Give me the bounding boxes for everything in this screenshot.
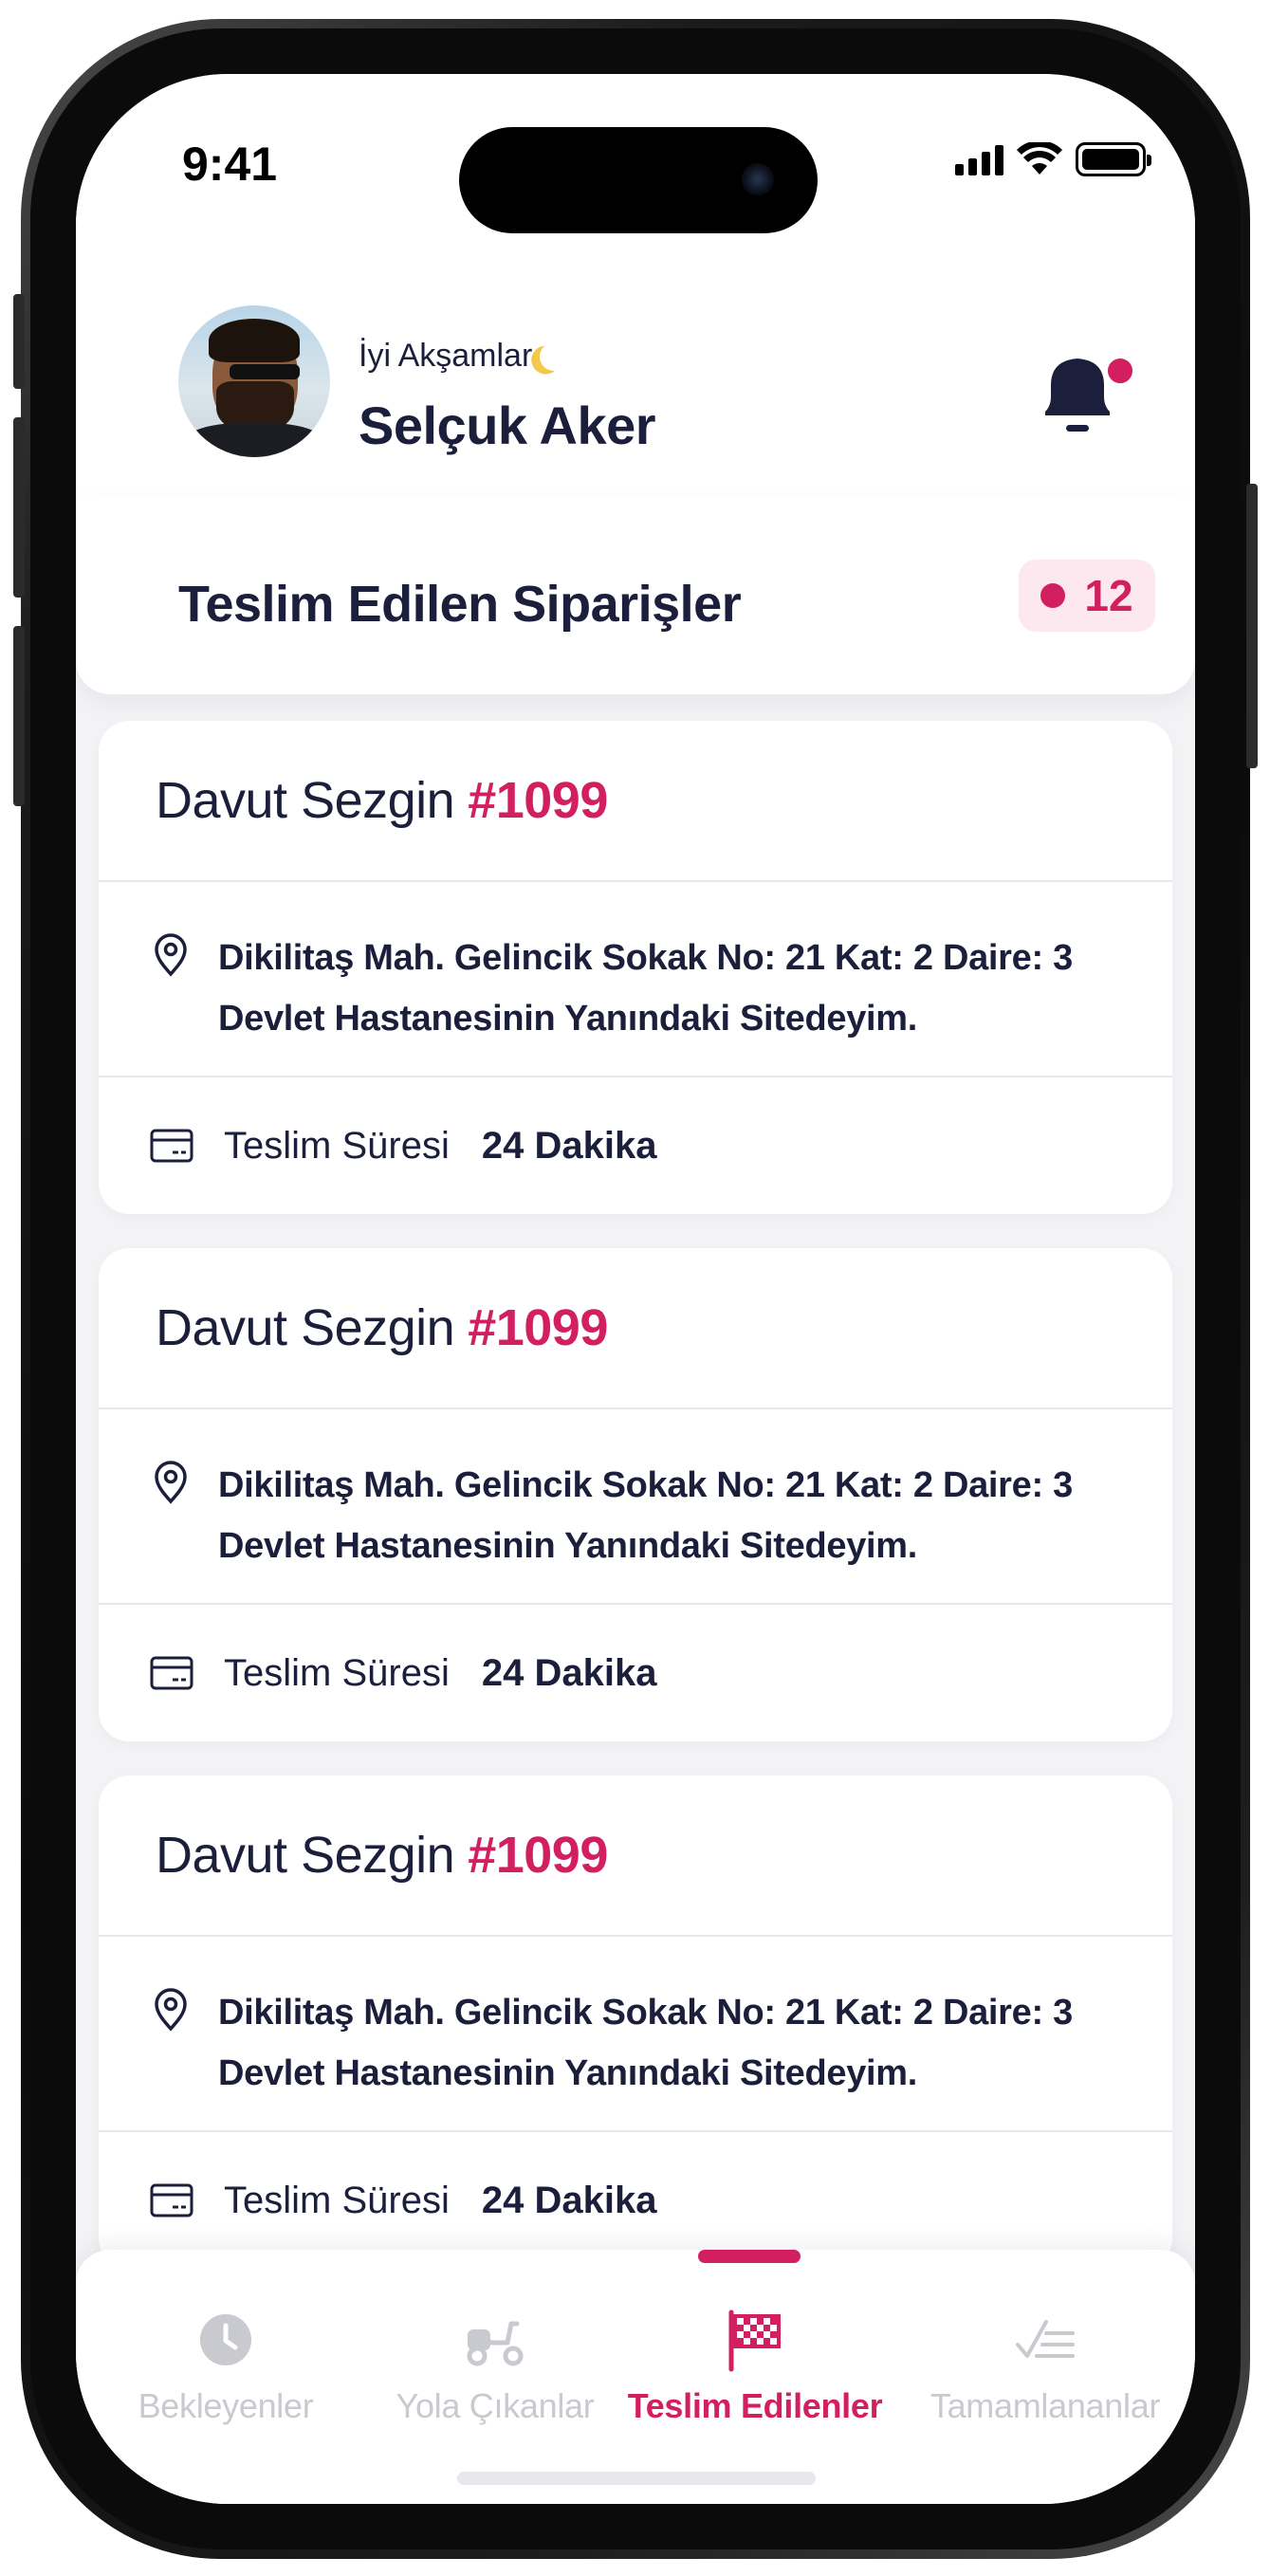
address-line-1: Dikilitaş Mah. Gelincik Sokak No: 21 Kat… [218, 1465, 1073, 1505]
order-list: Davut Sezgin #1099 Dikilitaş Mah. Gelinc… [99, 721, 1172, 2303]
action-button [13, 294, 25, 389]
power-button [1246, 484, 1258, 768]
customer-name: Davut Sezgin [156, 1299, 455, 1356]
delivery-time-value: 24 Dakika [481, 2179, 657, 2221]
app-screen: 9:41 İyi Akşamlar Selçuk Aker Teslim Edi… [76, 74, 1195, 2504]
tab-label: Tamamlananlar [929, 2386, 1161, 2425]
delivery-time-label: Teslim Süresi [224, 2179, 450, 2221]
address-line-2: Devlet Hastanesinin Yanındaki Sitedeyim. [218, 999, 918, 1039]
card-icon [150, 2183, 193, 2217]
order-address: Dikilitaş Mah. Gelincik Sokak No: 21 Kat… [99, 1409, 1172, 1605]
avatar[interactable] [178, 305, 330, 457]
badge-dot [1040, 583, 1066, 608]
order-card[interactable]: Davut Sezgin #1099 Dikilitaş Mah. Gelinc… [99, 721, 1172, 1214]
order-header: Davut Sezgin #1099 [99, 1248, 1172, 1409]
camera-icon [742, 163, 774, 195]
user-name: Selçuk Aker [359, 396, 656, 455]
greeting-text: İyi Akşamlar [359, 338, 533, 374]
battery-icon [1076, 142, 1151, 176]
status-bar: 9:41 [76, 74, 1195, 235]
address-line-2: Devlet Hastanesinin Yanındaki Sitedeyim. [218, 1526, 918, 1566]
card-icon [150, 1129, 193, 1163]
card-icon [150, 1656, 193, 1690]
badge-count: 12 [1084, 571, 1133, 620]
volume-up-button [13, 417, 25, 598]
customer-name: Davut Sezgin [156, 772, 455, 829]
cellular-signal-icon [955, 143, 1003, 175]
tab-label: Yola Çıkanlar [396, 2386, 595, 2425]
tab-bekleyenler[interactable]: Bekleyenler [131, 2307, 321, 2426]
greeting: İyi Akşamlar [359, 338, 568, 375]
section-title: Teslim Edilen Siparişler [178, 576, 742, 633]
volume-down-button [13, 626, 25, 806]
moon-icon [540, 342, 568, 371]
home-indicator[interactable] [457, 2472, 816, 2485]
checklist-icon [1016, 2320, 1075, 2358]
order-header: Davut Sezgin #1099 [99, 1776, 1172, 1937]
tab-label: Bekleyenler [138, 2386, 314, 2425]
order-address: Dikilitaş Mah. Gelincik Sokak No: 21 Kat… [99, 882, 1172, 1077]
delivery-time-row: Teslim Süresi 24 Dakika [99, 1605, 1172, 1741]
section-header: Teslim Edilen Siparişler 12 [76, 495, 1195, 694]
status-time: 9:41 [182, 138, 278, 191]
order-card[interactable]: Davut Sezgin #1099 Dikilitaş Mah. Gelinc… [99, 1248, 1172, 1741]
wifi-icon [1017, 142, 1062, 175]
address-line-2: Devlet Hastanesinin Yanındaki Sitedeyim. [218, 2053, 918, 2093]
delivery-time-row: Teslim Süresi 24 Dakika [99, 2132, 1172, 2269]
delivery-time-row: Teslim Süresi 24 Dakika [99, 1077, 1172, 1214]
notification-dot [1104, 355, 1136, 387]
delivery-time-value: 24 Dakika [481, 1124, 657, 1167]
active-tab-indicator [698, 2250, 801, 2263]
tab-label: Teslim Edilenler [627, 2386, 883, 2425]
location-pin-icon [155, 933, 187, 977]
order-number: #1099 [468, 772, 608, 829]
order-header: Davut Sezgin #1099 [99, 721, 1172, 882]
location-pin-icon [155, 1988, 187, 2032]
order-card[interactable]: Davut Sezgin #1099 Dikilitaş Mah. Gelinc… [99, 1776, 1172, 2269]
order-number: #1099 [468, 1299, 608, 1356]
tab-teslim-edilenler[interactable]: Teslim Edilenler [628, 2307, 883, 2426]
clock-icon [200, 2314, 251, 2365]
bottom-tab-bar: Bekleyenler Yola Çıkanlar Teslim Edilenl… [76, 2250, 1195, 2504]
scooter-icon [467, 2321, 524, 2366]
delivery-time-label: Teslim Süresi [224, 1651, 450, 1694]
phone-frame: 9:41 İyi Akşamlar Selçuk Aker Teslim Edi… [13, 19, 1258, 2559]
checkered-flag-icon [728, 2309, 781, 2372]
status-icons [955, 142, 1151, 176]
delivery-time-label: Teslim Süresi [224, 1124, 450, 1167]
address-line-1: Dikilitaş Mah. Gelincik Sokak No: 21 Kat… [218, 938, 1073, 978]
tab-yola-cikanlar[interactable]: Yola Çıkanlar [381, 2307, 609, 2426]
dynamic-island [459, 127, 818, 233]
tab-tamamlananlar[interactable]: Tamamlananlar [922, 2307, 1169, 2426]
order-address: Dikilitaş Mah. Gelincik Sokak No: 21 Kat… [99, 1937, 1172, 2132]
order-number: #1099 [468, 1827, 608, 1884]
customer-name: Davut Sezgin [156, 1827, 455, 1884]
address-line-1: Dikilitaş Mah. Gelincik Sokak No: 21 Kat… [218, 1993, 1073, 2033]
delivery-time-value: 24 Dakika [481, 1651, 657, 1694]
count-badge: 12 [1019, 560, 1155, 632]
location-pin-icon [155, 1461, 187, 1504]
